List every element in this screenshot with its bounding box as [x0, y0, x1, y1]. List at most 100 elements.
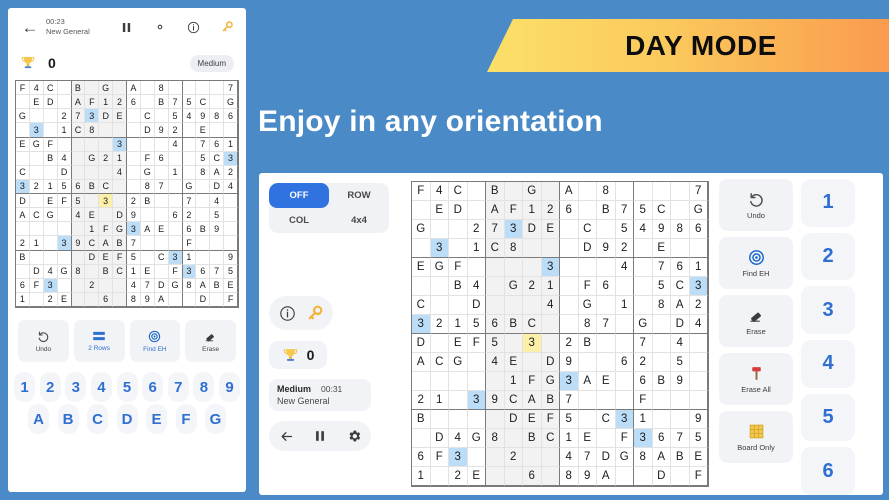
board-cell[interactable]: [127, 165, 141, 180]
board-cell[interactable]: 7: [140, 278, 155, 293]
tablet-key-6[interactable]: 6: [801, 447, 855, 495]
board-cell[interactable]: 5: [182, 95, 197, 110]
board-cell[interactable]: 6: [127, 95, 141, 110]
board-cell[interactable]: 3: [541, 258, 560, 277]
board-cell[interactable]: [652, 353, 671, 372]
board-cell[interactable]: D: [504, 410, 523, 429]
board-cell[interactable]: [140, 208, 155, 223]
phone-key-4[interactable]: 4: [90, 372, 112, 402]
board-cell[interactable]: [196, 179, 211, 194]
tablet-tool-undo[interactable]: Undo: [719, 179, 793, 231]
board-cell[interactable]: [560, 315, 579, 334]
board-cell[interactable]: [634, 258, 653, 277]
board-cell[interactable]: [671, 391, 690, 410]
board-cell[interactable]: 5: [467, 315, 486, 334]
board-cell[interactable]: 9: [154, 123, 169, 138]
board-cell[interactable]: [486, 277, 505, 296]
board-cell[interactable]: [71, 222, 86, 237]
board-cell[interactable]: [449, 220, 468, 239]
board-cell[interactable]: 3: [43, 278, 58, 293]
board-cell[interactable]: G: [224, 95, 238, 110]
board-cell[interactable]: 2: [182, 208, 197, 223]
board-cell[interactable]: 1: [467, 239, 486, 258]
board-cell[interactable]: [85, 264, 100, 279]
board-cell[interactable]: [224, 236, 238, 251]
board-cell[interactable]: 2: [168, 123, 183, 138]
board-cell[interactable]: [154, 165, 169, 180]
board-cell[interactable]: [99, 208, 114, 223]
board-cell[interactable]: B: [16, 250, 30, 265]
board-cell[interactable]: 8: [140, 179, 155, 194]
tablet-tool-erase[interactable]: Erase: [719, 295, 793, 347]
board-cell[interactable]: [578, 410, 597, 429]
board-cell[interactable]: D: [523, 220, 542, 239]
board-cell[interactable]: [71, 250, 86, 265]
board-cell[interactable]: [615, 182, 634, 201]
board-cell[interactable]: 8: [182, 278, 197, 293]
board-cell[interactable]: 5: [486, 334, 505, 353]
board-cell[interactable]: [578, 182, 597, 201]
phone-key-B[interactable]: B: [57, 404, 79, 434]
board-cell[interactable]: [168, 179, 183, 194]
board-cell[interactable]: 9: [224, 250, 238, 265]
board-cell[interactable]: D: [196, 292, 211, 307]
board-cell[interactable]: 8: [486, 429, 505, 448]
tablet-key-5[interactable]: 5: [801, 393, 855, 442]
board-cell[interactable]: 1: [43, 179, 58, 194]
board-cell[interactable]: [43, 109, 58, 124]
board-cell[interactable]: [57, 95, 72, 110]
board-cell[interactable]: 1: [689, 258, 708, 277]
board-cell[interactable]: C: [430, 353, 449, 372]
board-cell[interactable]: [154, 109, 169, 124]
key-icon[interactable]: [220, 20, 234, 34]
board-cell[interactable]: [523, 296, 542, 315]
board-cell[interactable]: [57, 278, 72, 293]
board-cell[interactable]: 1: [430, 391, 449, 410]
board-cell[interactable]: 8: [652, 296, 671, 315]
board-cell[interactable]: 2: [523, 277, 542, 296]
board-cell[interactable]: 4: [449, 429, 468, 448]
board-cell[interactable]: B: [140, 194, 155, 209]
board-cell[interactable]: [16, 222, 30, 237]
board-cell[interactable]: D: [541, 353, 560, 372]
board-cell[interactable]: 3: [168, 250, 183, 265]
board-cell[interactable]: F: [43, 137, 58, 152]
board-cell[interactable]: [523, 353, 542, 372]
board-cell[interactable]: [16, 95, 30, 110]
board-cell[interactable]: [43, 222, 58, 237]
board-cell[interactable]: B: [486, 182, 505, 201]
board-cell[interactable]: [504, 296, 523, 315]
sudoku-board-phone[interactable]: F4CBGA87EDAF126B75CGG273DEC5498631C8D92E…: [15, 80, 239, 308]
board-cell[interactable]: 3: [85, 109, 100, 124]
board-cell[interactable]: [196, 81, 211, 96]
board-cell[interactable]: F: [689, 467, 708, 486]
board-cell[interactable]: A: [71, 95, 86, 110]
phone-difficulty-badge[interactable]: Medium: [189, 54, 234, 72]
board-cell[interactable]: G: [99, 81, 114, 96]
board-cell[interactable]: D: [113, 208, 127, 223]
board-cell[interactable]: [113, 278, 127, 293]
board-cell[interactable]: F: [578, 277, 597, 296]
board-cell[interactable]: E: [224, 278, 238, 293]
board-cell[interactable]: [71, 278, 86, 293]
board-cell[interactable]: 1: [29, 236, 44, 251]
board-cell[interactable]: [182, 81, 197, 96]
board-cell[interactable]: [412, 277, 431, 296]
board-cell[interactable]: E: [541, 220, 560, 239]
board-cell[interactable]: 5: [57, 179, 72, 194]
board-cell[interactable]: F: [16, 81, 30, 96]
board-cell[interactable]: F: [615, 429, 634, 448]
board-cell[interactable]: [467, 201, 486, 220]
board-cell[interactable]: [99, 137, 114, 152]
board-cell[interactable]: [57, 222, 72, 237]
board-cell[interactable]: [560, 239, 579, 258]
board-cell[interactable]: C: [113, 264, 127, 279]
board-cell[interactable]: 9: [671, 372, 690, 391]
board-cell[interactable]: [224, 222, 238, 237]
board-cell[interactable]: 1: [615, 296, 634, 315]
board-cell[interactable]: [615, 372, 634, 391]
board-cell[interactable]: [412, 239, 431, 258]
board-cell[interactable]: [140, 236, 155, 251]
board-cell[interactable]: [615, 334, 634, 353]
board-cell[interactable]: B: [652, 372, 671, 391]
